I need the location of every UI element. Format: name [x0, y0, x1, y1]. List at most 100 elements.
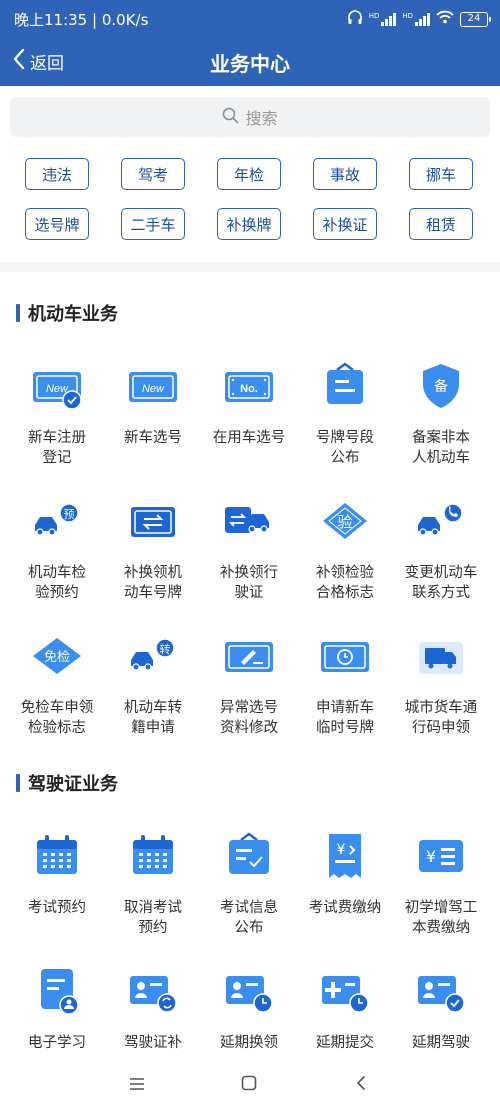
license-check-icon	[415, 965, 467, 1017]
car-phone-icon	[415, 495, 467, 547]
service-license-plus-clock[interactable]: 延期提交	[295, 965, 395, 1053]
service-plate-announcement[interactable]: 号牌号段 公布	[295, 360, 395, 468]
service-fee-card[interactable]: ¥ 初学增驾工 本费缴纳	[391, 830, 491, 938]
service-inspection-mark[interactable]: 验补领检验 合格标志	[295, 495, 395, 603]
home-button[interactable]	[234, 1070, 264, 1100]
service-car-inspection-booking[interactable]: 预机动车检 验预约	[7, 495, 107, 603]
service-label: 考试信息 公布	[220, 900, 278, 936]
svg-text:¥: ¥	[426, 847, 436, 866]
back-nav-icon	[355, 1075, 367, 1095]
service-label: 新车选号	[124, 430, 182, 446]
service-label: 延期换领	[220, 1035, 278, 1051]
service-car-transfer[interactable]: 转机动车转 籍申请	[103, 630, 203, 738]
service-plate-number[interactable]: No. 在用车选号	[199, 360, 299, 448]
service-plate-exchange[interactable]: 补换领机 动车号牌	[103, 495, 203, 603]
car-transfer-icon: 转	[127, 630, 179, 682]
service-temporary-plate[interactable]: 申请新车 临时号牌	[295, 630, 395, 738]
tag-2[interactable]: 年检	[217, 158, 281, 190]
tag-8[interactable]: 补换证	[313, 208, 377, 240]
back-button[interactable]: 返回	[12, 48, 64, 75]
tag-6[interactable]: 二手车	[121, 208, 185, 240]
menu-button[interactable]	[122, 1070, 152, 1100]
service-exempt-inspection[interactable]: 免检 免检车申领 检验标志	[7, 630, 107, 738]
section-title-license: 驾驶证业务	[16, 770, 118, 796]
tag-0[interactable]: 违法	[25, 158, 89, 190]
battery-icon: 24	[460, 11, 491, 27]
quick-tags: 违法 驾考 年检 事故 挪车选号牌 二手车 补换牌 补换证 租赁	[0, 158, 500, 252]
service-exam-info-board[interactable]: 考试信息 公布	[199, 830, 299, 938]
service-cancel-exam-calendar[interactable]: 取消考试 预约	[103, 830, 203, 938]
service-filing-shield[interactable]: 备备案非本 人机动车	[391, 360, 491, 468]
service-label: 在用车选号	[212, 430, 286, 446]
service-label: 新车注册 登记	[28, 430, 86, 466]
back-label: 返回	[30, 54, 64, 74]
service-label: 考试费缴纳	[308, 900, 382, 916]
service-new-plate-check[interactable]: New 新车注册 登记	[7, 360, 107, 468]
service-label: 电子学习	[28, 1035, 86, 1051]
fee-card-icon: ¥	[415, 830, 467, 882]
service-e-learning-doc[interactable]: 电子学习	[7, 965, 107, 1053]
section-divider	[0, 262, 500, 272]
service-label: 延期提交	[316, 1035, 374, 1051]
temporary-plate-icon	[319, 630, 371, 682]
svg-text:转: 转	[160, 642, 171, 656]
service-label: 号牌号段 公布	[316, 430, 374, 466]
service-label: 初学增驾工 本费缴纳	[404, 900, 478, 936]
status-icons: HD HD 24	[347, 9, 491, 29]
exempt-inspection-icon: 免检	[31, 630, 83, 682]
page-title: 业务中心	[210, 52, 290, 76]
service-label: 取消考试 预约	[124, 900, 182, 936]
svg-text:New: New	[142, 383, 165, 395]
service-license-replace[interactable]: 驾驶证补	[103, 965, 203, 1053]
service-exam-fee-receipt[interactable]: ¥ 考试费缴纳	[295, 830, 395, 918]
service-truck-pass[interactable]: 城市货车通 行码申领	[391, 630, 491, 738]
service-new-plate[interactable]: New 新车选号	[103, 360, 203, 448]
service-label: 考试预约	[28, 900, 86, 916]
tag-7[interactable]: 补换牌	[217, 208, 281, 240]
back-nav-button[interactable]	[346, 1070, 376, 1100]
service-license-exchange-car[interactable]: 补换领行 驶证	[199, 495, 299, 603]
plate-exchange-icon	[127, 495, 179, 547]
service-label: 变更机动车 联系方式	[404, 565, 478, 601]
svg-text:No.: No.	[240, 383, 258, 395]
new-plate-check-icon: New	[31, 360, 83, 412]
tag-3[interactable]: 事故	[313, 158, 377, 190]
tag-1[interactable]: 驾考	[121, 158, 185, 190]
headphone-icon	[347, 9, 363, 29]
service-label: 异常选号 资料修改	[220, 700, 278, 736]
service-label: 补换领机 动车号牌	[124, 565, 182, 601]
plate-announcement-icon	[319, 360, 371, 412]
tag-9[interactable]: 租赁	[409, 208, 473, 240]
service-license-clock[interactable]: 延期换领	[199, 965, 299, 1053]
service-plate-edit[interactable]: 异常选号 资料修改	[199, 630, 299, 738]
service-label: 延期驾驶	[412, 1035, 470, 1051]
service-car-phone[interactable]: 变更机动车 联系方式	[391, 495, 491, 603]
license-plus-clock-icon	[319, 965, 371, 1017]
tag-5[interactable]: 选号牌	[25, 208, 89, 240]
nav-bar: 返回 业务中心	[0, 36, 500, 86]
license-exchange-car-icon	[223, 495, 275, 547]
service-label: 城市货车通 行码申领	[404, 700, 478, 736]
exam-info-board-icon	[223, 830, 275, 882]
search-placeholder: 搜索	[245, 109, 278, 128]
service-label: 驾驶证补	[124, 1035, 182, 1051]
service-label: 机动车转 籍申请	[124, 700, 182, 736]
svg-text:备: 备	[434, 378, 448, 395]
signal-1-icon: HD	[369, 12, 397, 26]
service-label: 备案非本 人机动车	[412, 430, 470, 466]
cancel-exam-calendar-icon	[127, 830, 179, 882]
plate-edit-icon	[223, 630, 275, 682]
search-icon	[222, 107, 239, 128]
service-exam-calendar[interactable]: 考试预约	[7, 830, 107, 918]
service-license-check[interactable]: 延期驾驶	[391, 965, 491, 1053]
system-nav-bar	[0, 1058, 500, 1111]
tag-4[interactable]: 挪车	[409, 158, 473, 190]
service-label: 申请新车 临时号牌	[316, 700, 374, 736]
car-inspection-booking-icon: 预	[31, 495, 83, 547]
search-input[interactable]: 搜索	[10, 97, 490, 137]
home-icon	[241, 1075, 257, 1095]
new-plate-icon: New	[127, 360, 179, 412]
plate-number-icon: No.	[223, 360, 275, 412]
license-replace-icon	[127, 965, 179, 1017]
filing-shield-icon: 备	[415, 360, 467, 412]
